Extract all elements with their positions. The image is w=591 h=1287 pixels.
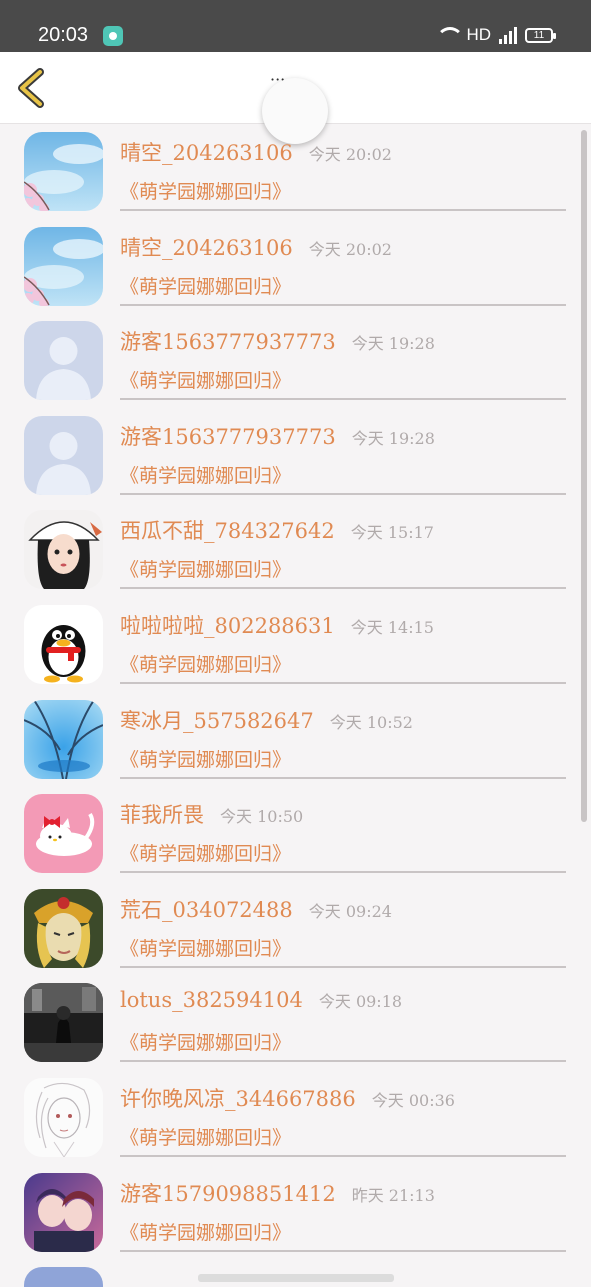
avatar[interactable]: [24, 321, 103, 401]
comment-time: 今天 15:17: [350, 523, 434, 543]
row-divider: [120, 776, 566, 779]
user-name[interactable]: 许你晚风凉_344667886: [120, 1087, 356, 1111]
comment-text: 《萌学园娜娜回归》: [120, 370, 292, 393]
avatar[interactable]: [24, 794, 103, 874]
list-item[interactable]: 啦啦啦啦_802288631 今天 14:15 《萌学园娜娜回归》: [0, 598, 591, 693]
list-item[interactable]: 游客1563777937773 今天 19:28 《萌学园娜娜回归》: [0, 409, 591, 504]
user-name[interactable]: 寒冰月_557582647: [120, 709, 314, 733]
avatar[interactable]: [24, 699, 103, 779]
list-item[interactable]: 晴空_204263106 今天 20:02 《萌学园娜娜回归》: [0, 220, 591, 315]
avatar[interactable]: [24, 983, 103, 1063]
list-item[interactable]: 寒冰月_557582647 今天 10:52 《萌学园娜娜回归》: [0, 693, 591, 788]
avatar[interactable]: [24, 888, 103, 968]
notification-app-icon: [103, 26, 123, 46]
comment-time: 今天 20:02: [308, 239, 392, 259]
row-divider: [120, 965, 566, 968]
user-line: 游客1579098851412 昨天 21:13: [120, 1178, 435, 1208]
avatar[interactable]: [24, 1078, 103, 1157]
comment-time: 昨天 21:13: [351, 1185, 435, 1205]
row-divider: [120, 398, 566, 401]
user-name[interactable]: 荒石_034072488: [120, 898, 293, 922]
chevron-left-icon: [18, 68, 44, 108]
back-button[interactable]: [14, 68, 50, 108]
user-line: 许你晚风凉_344667886 今天 00:36: [120, 1083, 455, 1113]
user-line: 晴空_204263106 今天 20:02: [120, 137, 392, 167]
user-name[interactable]: lotus_382594104: [120, 988, 303, 1012]
list-item[interactable]: lotus_382594104 今天 09:18 《萌学园娜娜回归》: [0, 976, 591, 1071]
user-name[interactable]: 游客1563777937773: [120, 330, 336, 354]
comment-time: 今天 10:52: [329, 712, 413, 732]
comment-time: 今天 09:18: [318, 992, 403, 1012]
row-divider: [120, 1060, 566, 1063]
row-divider: [120, 1155, 566, 1157]
wifi-icon: [436, 27, 465, 43]
battery-icon: 11: [525, 27, 556, 43]
row-divider: [120, 1249, 566, 1252]
avatar[interactable]: [24, 226, 103, 306]
row-divider: [120, 492, 566, 495]
comment-time: 今天 00:36: [371, 1091, 455, 1110]
row-divider: [120, 303, 566, 306]
user-name[interactable]: 西瓜不甜_784327642: [120, 519, 335, 543]
list-item[interactable]: 菲我所畏 今天 10:50 《萌学园娜娜回归》: [0, 787, 591, 882]
list-item[interactable]: 游客1579098851412 昨天 21:13 《萌学园娜娜回归》: [0, 1166, 591, 1261]
comment-time: 今天 14:15: [350, 618, 434, 637]
user-line: 晴空_204263106 今天 20:02: [120, 232, 392, 262]
next-avatar-partial: [24, 1267, 103, 1287]
comment-time: 今天 19:28: [351, 334, 435, 354]
user-line: lotus_382594104 今天 09:18: [120, 988, 402, 1012]
user-line: 啦啦啦啦_802288631 今天 14:15: [120, 610, 434, 640]
signal-icon: [499, 26, 517, 44]
status-bar: 20:03 HD 11: [0, 0, 591, 52]
user-line: 荒石_034072488 今天 09:24: [120, 894, 392, 924]
comment-text: 《萌学园娜娜回归》: [120, 843, 292, 866]
user-name[interactable]: 晴空_204263106: [120, 236, 293, 260]
avatar[interactable]: [24, 415, 103, 495]
row-divider: [120, 587, 566, 590]
scrollbar[interactable]: [581, 130, 587, 822]
comment-text: 《萌学园娜娜回归》: [120, 937, 292, 960]
comment-text: 《萌学园娜娜回归》: [120, 1221, 292, 1244]
comment-text: 《萌学园娜娜回归》: [120, 1127, 292, 1149]
status-time: 20:03: [38, 24, 89, 46]
comment-time: 今天 10:50: [220, 807, 304, 827]
row-divider: [120, 682, 566, 684]
list-item[interactable]: 荒石_034072488 今天 09:24 《萌学园娜娜回归》: [0, 882, 591, 977]
avatar[interactable]: [24, 1172, 103, 1252]
list-item[interactable]: 晴空_204263106 今天 20:02 《萌学园娜娜回归》: [0, 125, 591, 220]
row-divider: [120, 209, 566, 211]
page-header: ··· ··: [0, 52, 591, 144]
user-name[interactable]: 游客1579098851412: [120, 1182, 336, 1206]
user-line: 游客1563777937773 今天 19:28: [120, 421, 435, 451]
next-row-partial: [198, 1274, 394, 1282]
row-divider: [120, 871, 566, 874]
user-line: 游客1563777937773 今天 19:28: [120, 326, 435, 356]
user-name[interactable]: 啦啦啦啦_802288631: [120, 614, 335, 638]
avatar[interactable]: [24, 132, 103, 211]
comment-text: 《萌学园娜娜回归》: [120, 1032, 292, 1055]
user-name[interactable]: 游客1563777937773: [120, 425, 336, 449]
user-line: 西瓜不甜_784327642 今天 15:17: [120, 515, 434, 545]
list-item[interactable]: 西瓜不甜_784327642 今天 15:17 《萌学园娜娜回归》: [0, 503, 591, 598]
comment-text: 《萌学园娜娜回归》: [120, 748, 292, 771]
comment-time: 今天 09:24: [308, 901, 392, 921]
comment-text: 《萌学园娜娜回归》: [120, 275, 292, 298]
comment-time: 今天 19:28: [351, 428, 435, 448]
list-item[interactable]: 许你晚风凉_344667886 今天 00:36 《萌学园娜娜回归》: [0, 1071, 591, 1166]
status-icons: HD 11: [436, 25, 556, 45]
network-hd-label: HD: [466, 25, 491, 44]
user-line: 寒冰月_557582647 今天 10:52: [120, 705, 413, 735]
avatar[interactable]: [24, 510, 103, 590]
user-name[interactable]: 晴空_204263106: [120, 141, 293, 165]
avatar[interactable]: [24, 605, 103, 684]
comment-list[interactable]: 晴空_204263106 今天 20:02 《萌学园娜娜回归》 晴空_20426310…: [0, 125, 591, 1280]
comment-time: 今天 20:02: [308, 145, 392, 164]
list-item[interactable]: 游客1563777937773 今天 19:28 《萌学园娜娜回归》: [0, 314, 591, 409]
comment-text: 《萌学园娜娜回归》: [120, 559, 292, 582]
comment-text: 《萌学园娜娜回归》: [120, 181, 292, 203]
comment-text: 《萌学园娜娜回归》: [120, 654, 292, 676]
comment-text: 《萌学园娜娜回归》: [120, 464, 292, 487]
user-name[interactable]: 菲我所畏: [120, 803, 204, 827]
user-line: 菲我所畏 今天 10:50: [120, 799, 303, 829]
